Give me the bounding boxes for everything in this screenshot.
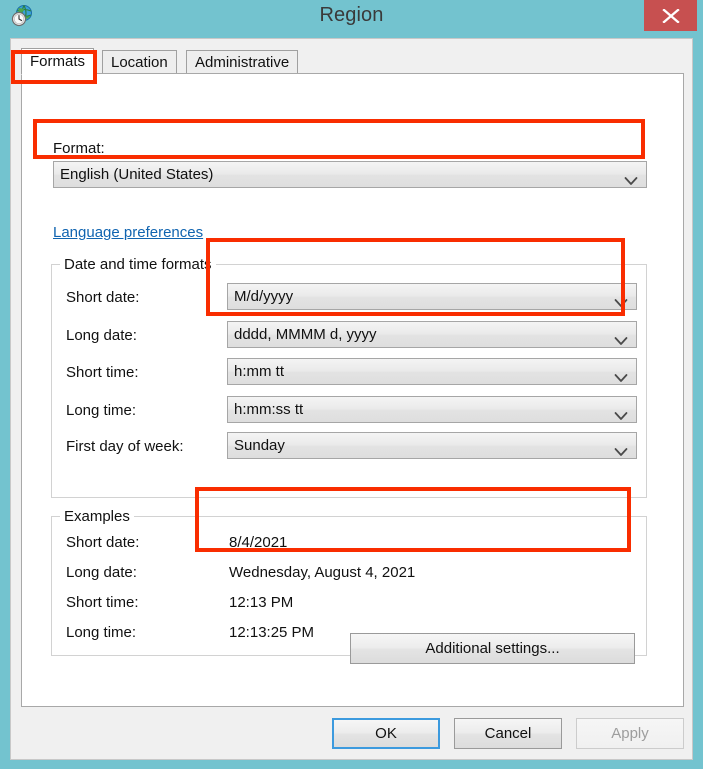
example-long-time-value: 12:13:25 PM	[229, 624, 315, 641]
example-long-date-label: Long date:	[66, 564, 137, 581]
long-time-dropdown[interactable]: h:mm:ss tt	[227, 396, 637, 423]
short-time-label: Short time:	[66, 364, 139, 381]
first-day-of-week-value: Sunday	[234, 437, 285, 454]
long-date-label: Long date:	[66, 327, 137, 344]
date-and-time-formats-title: Date and time formats	[60, 256, 216, 273]
short-time-dropdown[interactable]: h:mm tt	[227, 358, 637, 385]
additional-settings-button[interactable]: Additional settings...	[350, 633, 635, 664]
example-long-date-value: Wednesday, August 4, 2021	[229, 564, 416, 581]
ok-button[interactable]: OK	[332, 718, 440, 749]
language-preferences-link[interactable]: Language preferences	[53, 224, 203, 241]
apply-button: Apply	[576, 718, 684, 749]
first-day-of-week-dropdown[interactable]: Sunday	[227, 432, 637, 459]
example-long-time-label: Long time:	[66, 624, 137, 641]
short-time-value: h:mm tt	[234, 363, 285, 380]
tab-administrative[interactable]: Administrative	[186, 50, 299, 74]
region-dialog-window: Region Formats Location Administrative F…	[0, 0, 703, 769]
format-dropdown-value: English (United States)	[60, 166, 214, 183]
tab-location[interactable]: Location	[102, 50, 177, 74]
long-date-value: dddd, MMMM d, yyyy	[234, 326, 377, 343]
chevron-down-icon	[614, 440, 628, 458]
close-button[interactable]	[644, 0, 697, 31]
short-date-dropdown[interactable]: M/d/yyyy	[227, 283, 637, 310]
long-time-value: h:mm:ss tt	[234, 401, 304, 418]
short-date-value: M/d/yyyy	[234, 288, 294, 305]
first-day-of-week-label: First day of week:	[66, 438, 184, 455]
chevron-down-icon	[624, 169, 638, 187]
long-date-dropdown[interactable]: dddd, MMMM d, yyyy	[227, 321, 637, 348]
tab-formats[interactable]: Formats	[21, 48, 95, 75]
short-date-label: Short date:	[66, 289, 140, 306]
chevron-down-icon	[614, 291, 628, 309]
cancel-button[interactable]: Cancel	[454, 718, 562, 749]
formats-tab-panel: Format: English (United States) Language…	[21, 73, 684, 707]
chevron-down-icon	[614, 404, 628, 422]
tab-strip: Formats Location Administrative	[21, 48, 684, 75]
examples-title: Examples	[60, 508, 134, 525]
format-label: Format:	[53, 140, 105, 157]
example-short-date-value: 8/4/2021	[229, 534, 288, 551]
long-time-label: Long time:	[66, 402, 137, 419]
example-short-date-label: Short date:	[66, 534, 140, 551]
format-dropdown[interactable]: English (United States)	[53, 161, 647, 188]
chevron-down-icon	[614, 329, 628, 347]
window-title: Region	[319, 4, 384, 26]
example-short-time-value: 12:13 PM	[229, 594, 294, 611]
chevron-down-icon	[614, 366, 628, 384]
title-bar: Region	[0, 0, 703, 32]
example-short-time-label: Short time:	[66, 594, 139, 611]
